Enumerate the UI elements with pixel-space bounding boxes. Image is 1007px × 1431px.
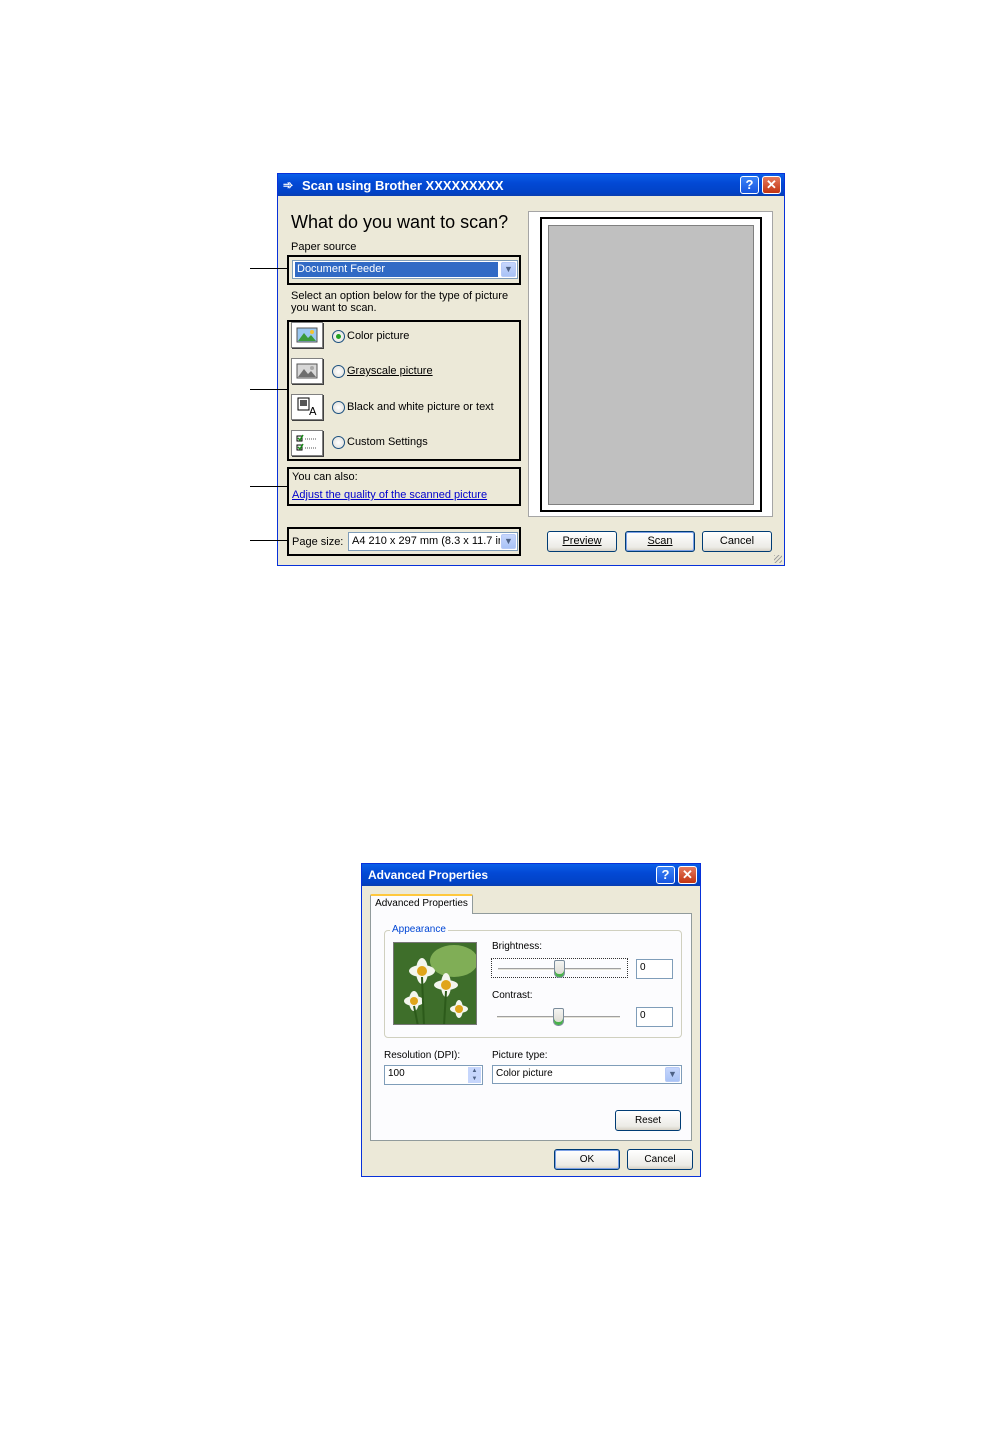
ok-button[interactable]: OK	[554, 1149, 620, 1170]
custom-settings-radio[interactable]	[332, 436, 345, 449]
picture-type-select[interactable]: Color picture ▼	[492, 1065, 682, 1084]
scan-dialog: ➾ Scan using Brother XXXXXXXXX ? ✕ What …	[277, 173, 785, 566]
close-button[interactable]: ✕	[678, 866, 697, 884]
scan-dialog-title: Scan using Brother XXXXXXXXX	[302, 178, 504, 193]
adjust-quality-link[interactable]: Adjust the quality of the scanned pictur…	[292, 489, 487, 501]
page-heading: What do you want to scan?	[291, 212, 509, 232]
page-size-select[interactable]: A4 210 x 297 mm (8.3 x 11.7 inc ▼	[348, 532, 518, 551]
preview-page-outline	[540, 217, 762, 512]
picture-type-value: Color picture	[496, 1068, 553, 1079]
preview-image-area	[548, 225, 754, 505]
tab-panel: Appearance Brightness: 0 Contrast: 0 Res…	[370, 913, 692, 1141]
tab-advanced-properties[interactable]: Advanced Properties	[370, 894, 473, 914]
page-size-label-text: Page size:	[292, 536, 344, 548]
page-size-label: Page size:	[292, 536, 343, 548]
help-button[interactable]: ?	[740, 176, 759, 194]
custom-settings-icon[interactable]	[291, 430, 323, 456]
resolution-label: Resolution (DPI):	[384, 1050, 460, 1061]
contrast-label: Contrast:	[492, 990, 533, 1001]
brightness-slider[interactable]	[491, 958, 628, 978]
callout-line-you-can-also	[250, 486, 288, 487]
preview-pane	[528, 211, 773, 517]
resolution-label-text: Resolution (DPI):	[384, 1050, 461, 1061]
reset-button[interactable]: Reset	[615, 1110, 681, 1131]
resolution-value: 100	[388, 1068, 405, 1079]
color-picture-radio[interactable]	[332, 330, 345, 343]
paper-source-select[interactable]: Document Feeder ▼	[292, 260, 518, 279]
callout-line-paper-source	[250, 268, 288, 269]
grayscale-picture-radio[interactable]	[332, 365, 345, 378]
picture-type-label-text: Picture type:	[492, 1050, 548, 1061]
scan-button-label: Scan	[647, 535, 673, 547]
contrast-label-text: Contrast:	[492, 990, 533, 1001]
help-button[interactable]: ?	[656, 866, 675, 884]
reset-button-label: Reset	[634, 1115, 662, 1126]
color-picture-icon[interactable]	[291, 322, 323, 348]
close-button[interactable]: ✕	[762, 176, 781, 194]
scan-button[interactable]: Scan	[625, 531, 695, 552]
cancel-button[interactable]: Cancel	[627, 1149, 693, 1170]
grayscale-picture-icon[interactable]	[291, 358, 323, 384]
brightness-value-field[interactable]: 0	[636, 959, 673, 979]
grayscale-picture-label[interactable]: Grayscale picture	[347, 365, 433, 377]
page-size-value: A4 210 x 297 mm (8.3 x 11.7 inc	[352, 535, 500, 547]
advanced-dialog-title: Advanced Properties	[368, 868, 489, 882]
black-white-label[interactable]: Black and white picture or text	[347, 401, 494, 413]
you-can-also-text: You can also:	[292, 471, 358, 483]
appearance-preview-image	[393, 942, 477, 1025]
black-white-radio[interactable]	[332, 401, 345, 414]
chevron-down-icon[interactable]: ▼	[665, 1067, 680, 1082]
appearance-group-label: Appearance	[390, 924, 448, 935]
black-white-text-icon[interactable]: A	[291, 394, 323, 420]
contrast-value-field[interactable]: 0	[636, 1007, 673, 1027]
callout-line-page-size	[250, 540, 288, 541]
scanner-icon: ➾	[283, 178, 294, 192]
spin-down-icon[interactable]: ▼	[468, 1075, 481, 1083]
grayscale-picture-label-text: Grayscale picture	[347, 365, 433, 377]
color-picture-label[interactable]: Color picture	[347, 330, 409, 342]
svg-text:A: A	[309, 405, 317, 418]
preview-button[interactable]: Preview	[547, 531, 617, 552]
advanced-dialog-titlebar[interactable]: Advanced Properties ? ✕	[362, 864, 700, 886]
resolution-spinbox[interactable]: 100 ▲ ▼	[384, 1065, 483, 1085]
ok-button-label: OK	[579, 1154, 595, 1165]
custom-settings-label[interactable]: Custom Settings	[347, 436, 428, 448]
resize-grip-icon[interactable]	[774, 555, 782, 563]
instructions-text: Select an option below for the type of p…	[291, 290, 509, 314]
spin-up-icon[interactable]: ▲	[468, 1067, 481, 1075]
preview-button-label: Preview	[562, 535, 602, 547]
tab-label: Advanced Properties	[375, 898, 468, 909]
picture-type-label: Picture type:	[492, 1050, 548, 1061]
brightness-thumb[interactable]	[553, 960, 565, 978]
advanced-properties-dialog: Advanced Properties ? ✕ Advanced Propert…	[361, 863, 701, 1177]
paper-source-label-text: Paper source	[291, 241, 357, 253]
paper-source-label: Paper source	[291, 241, 356, 253]
chevron-down-icon[interactable]: ▼	[501, 534, 516, 549]
chevron-down-icon[interactable]: ▼	[501, 262, 516, 277]
cancel-button[interactable]: Cancel	[702, 531, 772, 552]
brightness-label-text: Brightness:	[492, 941, 543, 952]
scan-dialog-titlebar[interactable]: ➾ Scan using Brother XXXXXXXXX ? ✕	[278, 174, 784, 196]
contrast-slider[interactable]	[491, 1007, 628, 1027]
contrast-thumb[interactable]	[552, 1008, 564, 1026]
brightness-label: Brightness:	[492, 941, 542, 952]
paper-source-value: Document Feeder	[295, 262, 498, 277]
callout-line-picture-options	[250, 389, 288, 390]
